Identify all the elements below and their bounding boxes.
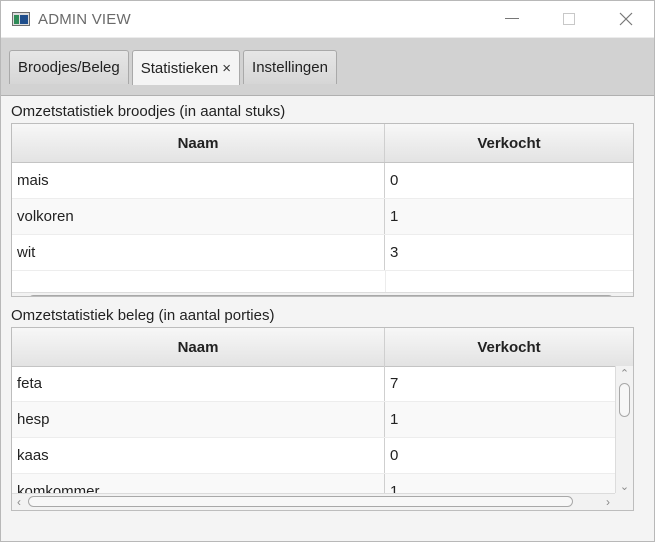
cell-naam: kaas xyxy=(12,438,385,473)
cell-verkocht: 0 xyxy=(390,447,399,464)
window-title: ADMIN VIEW xyxy=(38,10,131,28)
statistics-content: Omzetstatistiek broodjes (in aantal stuk… xyxy=(1,101,654,511)
cell-naam: volkoren xyxy=(12,199,385,234)
table-row[interactable]: wit 3 xyxy=(12,235,633,271)
scroll-left-icon[interactable]: ‹ xyxy=(12,293,26,296)
cell-naam: hesp xyxy=(12,402,385,437)
column-header-verkocht[interactable]: Verkocht xyxy=(385,328,633,366)
maximize-button[interactable] xyxy=(540,1,597,37)
bread-table-caption: Omzetstatistiek broodjes (in aantal stuk… xyxy=(11,103,286,120)
table-row[interactable]: komkommer 1 xyxy=(12,474,615,493)
bread-statistics-table: Naam Verkocht mais 0 volkoren 1 wit 3 ‹ xyxy=(11,123,634,297)
close-icon xyxy=(619,12,632,26)
column-header-verkocht[interactable]: Verkocht xyxy=(385,124,633,162)
scrollbar-thumb[interactable] xyxy=(28,295,614,296)
beleg-statistics-table: Naam Verkocht feta 7 hesp 1 kaas 0 komko… xyxy=(11,327,634,511)
cell-verkocht: 7 xyxy=(390,375,399,392)
scrollbar-corner xyxy=(615,493,633,510)
column-header-naam[interactable]: Naam xyxy=(12,124,385,162)
tab-close-icon[interactable]: × xyxy=(222,60,231,77)
table-header: Naam Verkocht xyxy=(12,124,633,163)
tab-statistieken[interactable]: Statistieken × xyxy=(131,50,241,85)
scrollbar-thumb[interactable] xyxy=(619,383,630,417)
beleg-table-caption: Omzetstatistiek beleg (in aantal porties… xyxy=(11,307,275,324)
app-window-icon xyxy=(12,12,30,26)
minimize-icon xyxy=(504,18,519,19)
scroll-right-icon[interactable]: › xyxy=(601,494,615,510)
scroll-left-icon[interactable]: ‹ xyxy=(12,494,26,510)
horizontal-scrollbar[interactable]: ‹ › xyxy=(12,292,633,296)
cell-verkocht: 1 xyxy=(390,483,399,493)
empty-row xyxy=(12,271,633,292)
table-row[interactable]: kaas 0 xyxy=(12,438,615,474)
scroll-down-icon[interactable]: ⌄ xyxy=(616,479,633,493)
column-header-naam[interactable]: Naam xyxy=(12,328,385,366)
cell-verkocht: 1 xyxy=(390,208,399,225)
table-header: Naam Verkocht xyxy=(12,328,633,367)
minimize-button[interactable] xyxy=(483,1,540,37)
admin-window: ADMIN VIEW Broodjes/Beleg Statistieken × xyxy=(0,0,655,542)
title-bar: ADMIN VIEW xyxy=(1,1,654,38)
maximize-icon xyxy=(562,13,575,25)
tab-label: Statistieken xyxy=(140,59,219,77)
cell-verkocht: 3 xyxy=(390,244,399,261)
tab-label: Broodjes/Beleg xyxy=(18,59,120,76)
table-row[interactable]: hesp 1 xyxy=(12,402,615,438)
horizontal-scrollbar[interactable]: ‹ › xyxy=(12,493,615,510)
table-row[interactable]: feta 7 xyxy=(12,366,615,402)
window-controls xyxy=(483,1,654,37)
cell-verkocht: 0 xyxy=(390,172,399,189)
table-row[interactable]: volkoren 1 xyxy=(12,199,633,235)
close-button[interactable] xyxy=(597,1,654,37)
cell-naam: komkommer xyxy=(12,474,385,493)
tab-label: Instellingen xyxy=(252,59,328,76)
scroll-right-icon[interactable]: › xyxy=(619,293,633,296)
scroll-up-icon[interactable]: ⌃ xyxy=(616,366,633,380)
cell-naam: feta xyxy=(12,366,385,401)
cell-naam: wit xyxy=(12,235,385,270)
vertical-scrollbar[interactable]: ⌃ ⌄ xyxy=(615,366,633,493)
tab-broodjes-beleg[interactable]: Broodjes/Beleg xyxy=(9,50,129,84)
cell-naam: mais xyxy=(12,163,385,198)
table-row[interactable]: mais 0 xyxy=(12,163,633,199)
tab-bar: Broodjes/Beleg Statistieken × Instelling… xyxy=(1,38,654,96)
cell-verkocht: 1 xyxy=(390,411,399,428)
scrollbar-thumb[interactable] xyxy=(28,496,573,507)
tab-instellingen[interactable]: Instellingen xyxy=(243,50,337,84)
